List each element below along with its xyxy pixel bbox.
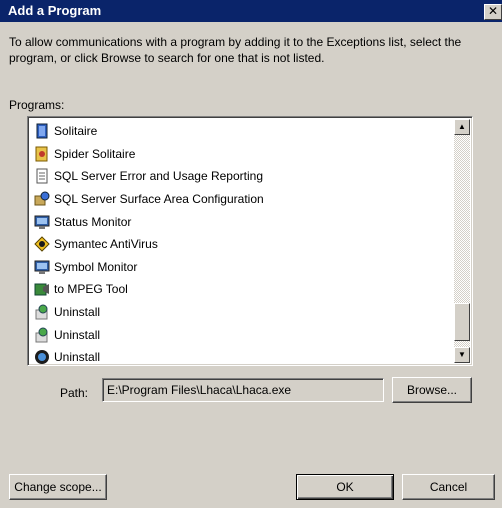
description-text: To allow communications with a program b… [9, 35, 462, 65]
uninstall-globe-icon [34, 349, 50, 365]
dialog-title: Add a Program [8, 3, 102, 18]
program-list-item[interactable]: SQL Server Surface Area Configuration [34, 188, 452, 211]
scroll-up-button[interactable]: ▲ [454, 119, 470, 135]
change-scope-button[interactable]: Change scope... [9, 474, 107, 500]
program-label: Spider Solitaire [54, 146, 136, 161]
browse-button[interactable]: Browse... [392, 377, 472, 403]
monitor-icon [34, 214, 50, 230]
program-label: Symbol Monitor [54, 259, 138, 274]
program-label: Status Monitor [54, 214, 132, 229]
ok-button[interactable]: OK [296, 474, 394, 500]
path-label: Path: [60, 386, 89, 400]
program-list-item[interactable]: Symbol Monitor [34, 256, 452, 279]
program-label: Uninstall [54, 305, 101, 320]
document-icon [34, 168, 50, 184]
program-list-item[interactable]: Symantec AntiVirus [34, 233, 452, 256]
scroll-thumb[interactable] [454, 303, 470, 341]
spider-solitaire-icon [34, 146, 50, 162]
program-list-item[interactable]: Solitaire [34, 120, 452, 143]
program-list-item[interactable]: SQL Server Error and Usage Reporting [34, 165, 452, 188]
programs-label: Programs: [9, 98, 65, 112]
path-field[interactable]: E:\Program Files\Lhaca\Lhaca.exe [102, 378, 384, 402]
solitaire-icon [34, 123, 50, 139]
uninstall-icon [34, 304, 50, 320]
add-program-dialog: Add a Program ✕ To allow communications … [0, 0, 502, 508]
close-button[interactable]: ✕ [484, 4, 502, 20]
mpeg-tool-icon [34, 281, 50, 297]
program-list-item[interactable]: Uninstall [34, 346, 452, 365]
program-label: SQL Server Surface Area Configuration [54, 192, 264, 207]
programs-list: Solitaire Spider Solitaire SQL Server Erro… [34, 120, 452, 365]
program-list-item[interactable]: to MPEG Tool [34, 278, 452, 301]
program-list-item[interactable]: Uninstall [34, 323, 452, 346]
program-label: Uninstall [54, 350, 101, 365]
cancel-button[interactable]: Cancel [402, 474, 495, 500]
monitor-icon [34, 259, 50, 275]
vertical-scrollbar[interactable]: ▲ ▼ [454, 119, 470, 363]
scroll-down-button[interactable]: ▼ [454, 347, 470, 363]
program-label: Uninstall [54, 327, 101, 342]
program-list-item[interactable]: Status Monitor [34, 210, 452, 233]
programs-listbox[interactable]: Solitaire Spider Solitaire SQL Server Erro… [27, 116, 473, 366]
antivirus-icon [34, 236, 50, 252]
uninstall-icon [34, 327, 50, 343]
program-label: Symantec AntiVirus [54, 237, 158, 252]
program-label: Solitaire [54, 124, 98, 139]
program-label: SQL Server Error and Usage Reporting [54, 169, 263, 184]
program-list-item[interactable]: Uninstall [34, 301, 452, 324]
program-list-item[interactable]: Spider Solitaire [34, 143, 452, 166]
title-bar[interactable]: Add a Program ✕ [0, 0, 502, 22]
sql-config-icon [34, 191, 50, 207]
program-label: to MPEG Tool [54, 282, 128, 297]
